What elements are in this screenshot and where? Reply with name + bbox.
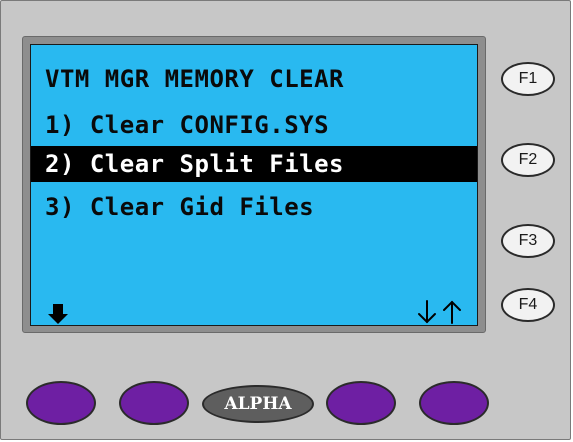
f3-button[interactable]: F3 [501,224,555,258]
device-panel: VTM MGR MEMORY CLEAR 1) Clear CONFIG.SYS… [0,0,571,440]
scroll-arrows [418,300,461,324]
soft-key-1[interactable] [26,381,96,425]
screen-title: VTM MGR MEMORY CLEAR [45,65,344,93]
f2-button[interactable]: F2 [501,143,555,177]
soft-key-2[interactable] [119,381,189,425]
arrow-up-icon [443,300,461,324]
menu-item-clear-gid-files[interactable]: 3) Clear Gid Files [31,189,477,225]
lcd-screen: VTM MGR MEMORY CLEAR 1) Clear CONFIG.SYS… [30,44,478,326]
menu-item-clear-config[interactable]: 1) Clear CONFIG.SYS [31,107,477,143]
arrow-down-icon [418,300,436,324]
menu-item-clear-split-files[interactable]: 2) Clear Split Files [31,146,477,182]
lcd-bezel: VTM MGR MEMORY CLEAR 1) Clear CONFIG.SYS… [22,36,486,333]
f4-button[interactable]: F4 [501,288,555,322]
f1-button[interactable]: F1 [501,62,555,96]
soft-key-5[interactable] [419,381,489,425]
soft-key-4[interactable] [326,381,396,425]
down-arrow-icon [48,304,68,324]
alpha-button[interactable]: ALPHA [202,385,314,423]
